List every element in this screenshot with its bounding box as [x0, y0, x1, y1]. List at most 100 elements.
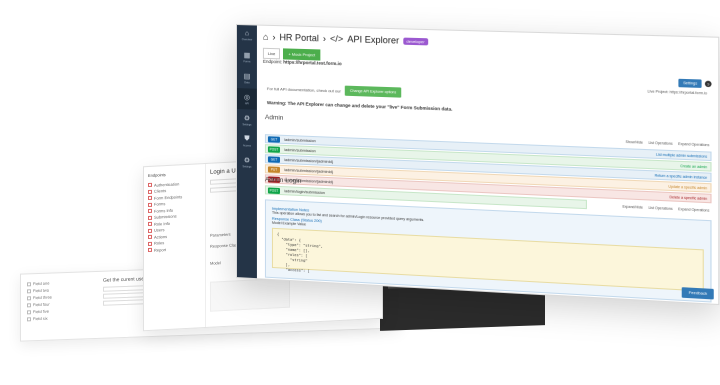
- breadcrumb-separator: ›: [272, 31, 276, 43]
- breadcrumb-separator: ›: [322, 33, 326, 44]
- endpoint-path: /admin/submission: [284, 137, 316, 143]
- admin-operations: Show/Hide List Operations Expand Operation…: [626, 140, 710, 147]
- checkbox-icon: [148, 228, 152, 233]
- sidebar-item[interactable]: ⌂ Overview: [237, 25, 257, 47]
- endpoint-description: Create an admin: [680, 163, 708, 169]
- sidebar-item[interactable]: ⛊ Access: [237, 130, 257, 152]
- sidebar-item-label: Forms: [243, 59, 251, 63]
- checkbox-icon: [148, 209, 152, 214]
- list-item-label: Field five: [33, 308, 50, 315]
- sidebar-item-label: Overview: [241, 38, 253, 42]
- sidebar-item[interactable]: ◎ API: [236, 88, 257, 110]
- endpoint-path: /admin/submission/{adminId}: [284, 167, 334, 174]
- code-icon: </>: [329, 33, 344, 45]
- checkbox-icon: [148, 215, 152, 220]
- endpoint-line: Endpoint: https://hrportal.test.form.io: [263, 59, 342, 66]
- list-item[interactable]: Field six: [27, 313, 97, 322]
- method-badge: PUT: [267, 165, 280, 173]
- endpoint-description: List multiple admin submissions: [656, 152, 708, 159]
- operation-link[interactable]: Expand Operations: [678, 207, 709, 213]
- sidebar-item-label: Users: [154, 227, 165, 233]
- documentation-text: For full API documentation, check out ou…: [266, 85, 341, 94]
- operation-link[interactable]: List Operations: [648, 141, 672, 146]
- sidebar-items: Authentication Clients Form Endpoints Forms…: [148, 179, 201, 253]
- live-project-label: Live Project: https://hrportal.form.io: [647, 89, 708, 96]
- breadcrumb: ⌂ › HR Portal › </> API Explorer develop…: [257, 26, 718, 61]
- api-explorer-window: ⌂ Overview ▦ Forms ▤ Data ◎ API ⚙ Settings ⛊ Access…: [236, 24, 720, 306]
- sidebar-item-label: Roles: [154, 240, 165, 246]
- operation-link[interactable]: Show/Hide: [626, 140, 643, 145]
- home-icon[interactable]: ⌂: [263, 32, 268, 42]
- sidebar-item-label: Clients: [154, 188, 167, 194]
- endpoint-list: Field one Field two Field three Field fo…: [27, 278, 97, 322]
- endpoint-description: Update a specific admin: [668, 184, 708, 190]
- list-item-label: Field four: [33, 301, 50, 308]
- brand-link[interactable]: HR Portal: [279, 32, 318, 43]
- endpoint-path: /admin/submission: [284, 147, 316, 153]
- sidebar-icon: ⛊: [244, 134, 250, 143]
- sidebar-item[interactable]: ⚙ Settings: [237, 151, 257, 173]
- checkbox-icon: [148, 183, 152, 188]
- feedback-button[interactable]: Feedback: [682, 287, 714, 300]
- checkbox-icon: [148, 202, 152, 207]
- sidebar-item-label: Report: [154, 246, 167, 253]
- method-badge: GET: [267, 135, 280, 143]
- method-badge: POST: [267, 145, 280, 153]
- app-sidebar: ⌂ Overview ▦ Forms ▤ Data ◎ API ⚙ Settings ⛊ Access…: [236, 25, 257, 279]
- header-actions: Settings ?: [678, 78, 712, 88]
- checkbox-icon: [148, 235, 152, 240]
- sidebar-item-label: Actions: [154, 233, 168, 240]
- endpoint-description: Delete a specific admin: [669, 194, 708, 201]
- login-operations: Expand/Hide List Operations Expand Operati…: [622, 205, 709, 213]
- sidebar-icon: ⚙: [243, 114, 251, 123]
- endpoint-url[interactable]: https://hrportal.test.form.io: [283, 59, 341, 66]
- list-item-label: Field three: [33, 294, 52, 301]
- operation-link[interactable]: Expand/Hide: [622, 205, 643, 210]
- checkbox-icon: [148, 222, 152, 227]
- sidebar-icon: ▤: [243, 72, 251, 80]
- sidebar-icon: ◎: [243, 93, 250, 101]
- sidebar-item-label: Role Info: [154, 220, 171, 227]
- method-badge: POST: [267, 186, 280, 194]
- list-item-label: Field two: [33, 287, 50, 294]
- change-options-button[interactable]: Change API Explorer options: [344, 85, 402, 98]
- sidebar-item-label: API: [244, 101, 249, 105]
- sidebar-icon: ▦: [243, 51, 251, 59]
- endpoint-path: /admin/login/submission: [284, 188, 325, 195]
- sidebar-item[interactable]: ▦ Forms: [237, 46, 257, 68]
- sidebar-icon: ⌂: [244, 30, 250, 38]
- tab-live[interactable]: Live: [262, 47, 281, 60]
- settings-button[interactable]: Settings: [678, 78, 702, 88]
- method-badge: GET: [267, 155, 280, 163]
- endpoint-label: Endpoint:: [262, 58, 283, 65]
- sidebar-item-label: Forms: [154, 201, 166, 207]
- sidebar-item[interactable]: ⚙ Settings: [237, 109, 257, 131]
- sidebar-item-label: Data: [244, 80, 250, 84]
- endpoint-description: Return a specific admin instance: [654, 172, 708, 180]
- page-title: API Explorer: [347, 34, 400, 46]
- checkbox-icon: [148, 196, 152, 201]
- admin-section-title[interactable]: Admin: [265, 114, 284, 122]
- sidebar-item-label: Access: [242, 143, 251, 148]
- sidebar-item-label: Settings: [242, 164, 252, 169]
- sidebar-item-label: Forms Info: [154, 207, 174, 214]
- login-section-title[interactable]: Admin Login: [265, 176, 301, 185]
- list-item-label: Field one: [33, 280, 50, 287]
- sidebar-heading: Endpoints: [148, 172, 166, 179]
- endpoint-path: /admin/submission/{adminId}: [284, 157, 334, 164]
- screenshot-stage: Field one Field two Field three Field fo…: [0, 0, 720, 385]
- operation-link[interactable]: List Operations: [648, 206, 672, 211]
- sidebar-item-label: Settings: [242, 122, 252, 127]
- documentation-line: For full API documentation, check out ou…: [266, 83, 402, 98]
- list-item-label: Field six: [33, 315, 48, 322]
- operation-link[interactable]: Expand Operations: [678, 142, 709, 147]
- sidebar-icon: ⚙: [243, 156, 251, 165]
- code-sample: [210, 277, 290, 312]
- checkbox-icon: [148, 248, 152, 253]
- checkbox-icon: [148, 189, 152, 194]
- checkbox-icon: [148, 241, 152, 246]
- endpoint-sidebar: Endpoints Authentication Clients Form Endp…: [144, 163, 206, 331]
- sidebar-item[interactable]: ▤ Data: [237, 67, 257, 89]
- help-icon[interactable]: ?: [704, 80, 712, 88]
- environment-badge: developer: [403, 37, 428, 45]
